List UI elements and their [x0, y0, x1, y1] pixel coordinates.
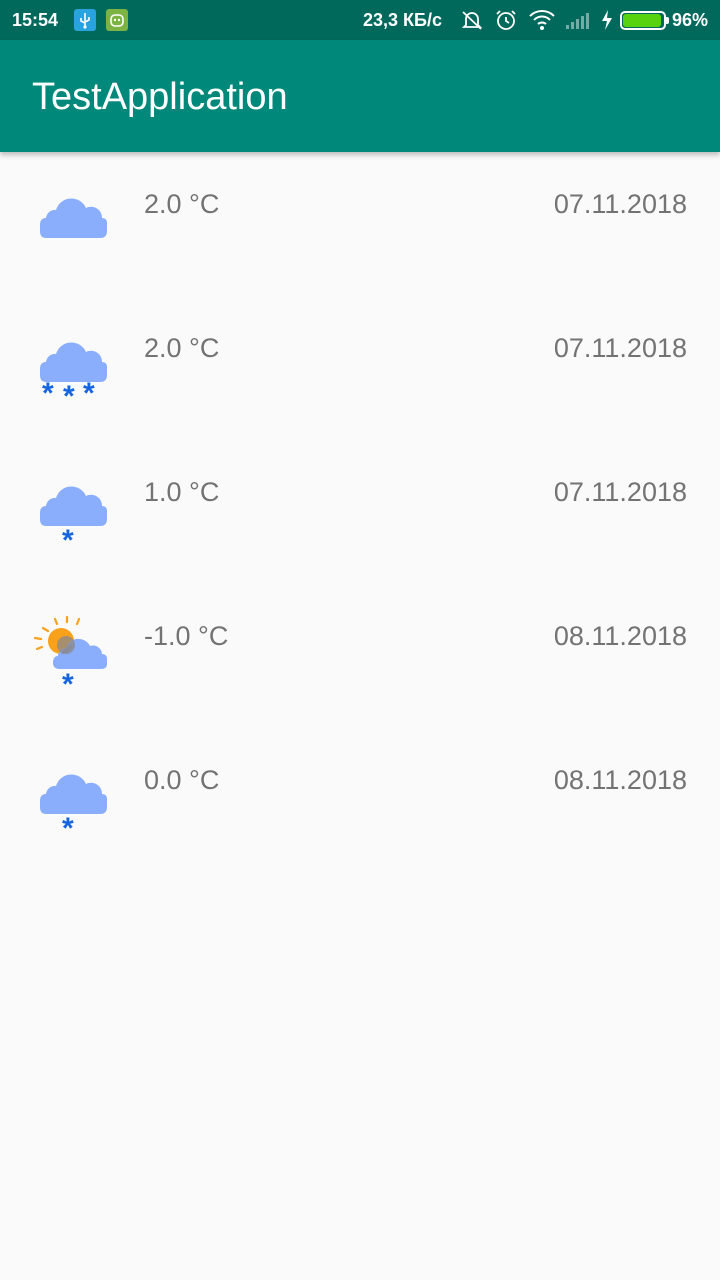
forecast-list[interactable]: 2.0 °C 07.11.2018 * * * 2.0 °C 07.11.201… [0, 152, 720, 872]
forecast-date: 07.11.2018 [553, 333, 687, 363]
forecast-date: 07.11.2018 [553, 189, 687, 219]
cloud-light-snow-icon: * [32, 470, 112, 557]
svg-text:*: * [62, 668, 74, 694]
usb-icon [74, 9, 96, 31]
battery-fill [623, 14, 662, 27]
app-bar: TestApplication [0, 40, 720, 152]
temperature: -1.0 °C [144, 621, 229, 651]
android-debug-icon [106, 9, 128, 31]
cloud-icon [32, 182, 112, 262]
battery-icon [620, 11, 669, 30]
mute-icon [460, 8, 484, 37]
temperature: 0.0 °C [144, 765, 220, 795]
temperature: 1.0 °C [144, 477, 220, 507]
cloud-light-snow-icon: * [32, 758, 112, 845]
forecast-date: 08.11.2018 [553, 765, 687, 795]
temperature: 2.0 °C [144, 333, 220, 363]
svg-text:*: * [62, 524, 74, 550]
temperature: 2.0 °C [144, 189, 220, 219]
network-speed: 23,3 КБ/с [363, 10, 442, 30]
status-bar: 15:54 23,3 КБ/с 96% [0, 0, 720, 40]
signal-icon [564, 8, 592, 37]
list-item[interactable]: * 1.0 °C 07.11.2018 [0, 440, 720, 584]
svg-text:*: * [62, 812, 74, 838]
svg-text:*: * [42, 377, 54, 406]
forecast-date: 08.11.2018 [553, 621, 687, 651]
cloud-heavy-snow-icon: * * * [32, 326, 112, 413]
app-title: TestApplication [32, 76, 288, 118]
forecast-date: 07.11.2018 [553, 477, 687, 507]
svg-text:*: * [63, 380, 75, 406]
list-item[interactable]: * -1.0 °C 08.11.2018 [0, 584, 720, 728]
alarm-icon [494, 8, 518, 37]
list-item[interactable]: * 0.0 °C 08.11.2018 [0, 728, 720, 872]
svg-text:*: * [83, 377, 95, 406]
sun-cloud-snow-icon: * [32, 614, 112, 701]
list-item[interactable]: 2.0 °C 07.11.2018 [0, 152, 720, 296]
charging-icon [599, 8, 615, 37]
battery-percent: 96% [672, 10, 709, 30]
wifi-icon [528, 8, 556, 37]
list-item[interactable]: * * * 2.0 °C 07.11.2018 [0, 296, 720, 440]
status-time: 15:54 [12, 10, 59, 30]
